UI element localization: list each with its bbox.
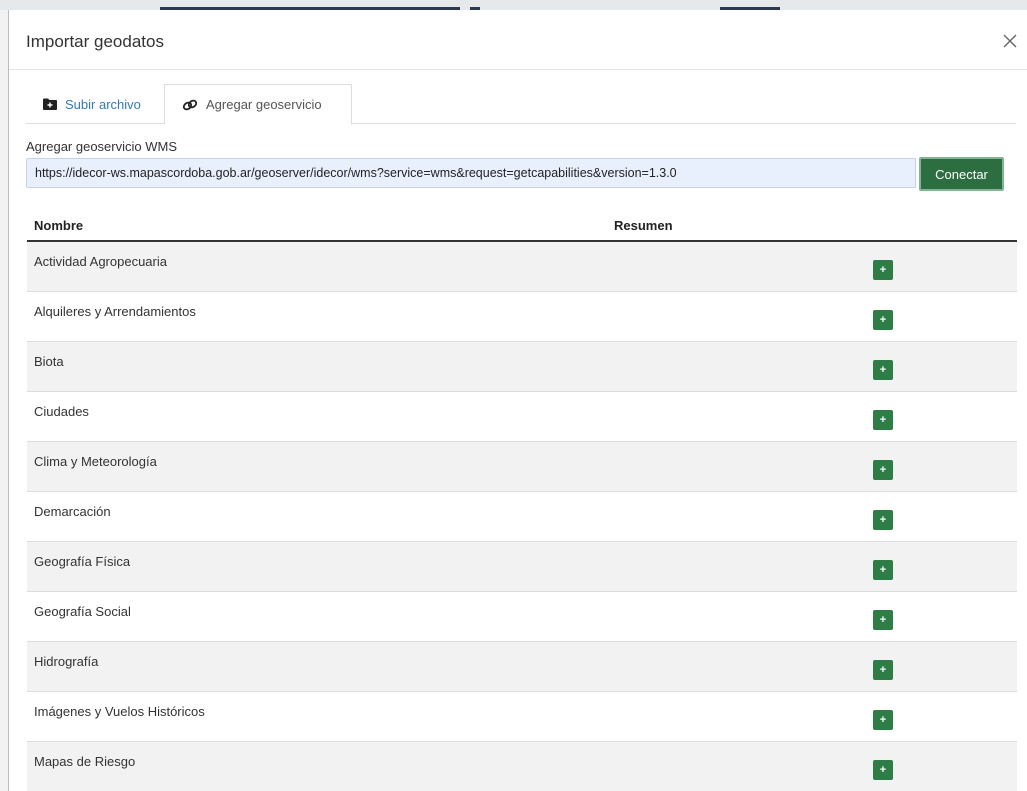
column-header-name: Nombre — [34, 218, 84, 233]
table-row: Alquileres y Arrendamientos + — [27, 292, 1017, 342]
layer-name: Alquileres y Arrendamientos — [34, 304, 196, 319]
folder-icon — [43, 98, 57, 110]
add-layer-button[interactable]: + — [873, 560, 893, 580]
map-backdrop — [0, 0, 1027, 10]
tab-add-geoservice[interactable]: Agregar geoservicio — [164, 84, 352, 125]
wms-url-input[interactable] — [26, 158, 916, 188]
add-layer-button[interactable]: + — [873, 610, 893, 630]
layer-name: Biota — [34, 354, 64, 369]
close-button[interactable] — [999, 30, 1021, 52]
add-layer-button[interactable]: + — [873, 660, 893, 680]
add-layer-button[interactable]: + — [873, 760, 893, 780]
table-row: Clima y Meteorología + — [27, 442, 1017, 492]
add-layer-button[interactable]: + — [873, 410, 893, 430]
table-row: Geografía Social + — [27, 592, 1017, 642]
add-layer-button[interactable]: + — [873, 310, 893, 330]
layers-table: Nombre Resumen Actividad Agropecuaria + … — [27, 210, 1017, 791]
page: Importar geodatos Subir archivo Agregar … — [0, 0, 1027, 791]
close-icon — [1003, 34, 1017, 48]
modal-header: Importar geodatos — [9, 10, 1027, 70]
connect-button[interactable]: Conectar — [919, 157, 1004, 191]
link-icon — [182, 99, 198, 111]
modal-title: Importar geodatos — [26, 32, 164, 51]
tab-upload-file[interactable]: Subir archivo — [26, 84, 164, 124]
layer-name: Actividad Agropecuaria — [34, 254, 167, 269]
add-layer-button[interactable]: + — [873, 510, 893, 530]
tab-add-geoservice-label: Agregar geoservicio — [206, 97, 322, 112]
layer-name: Imágenes y Vuelos Históricos — [34, 704, 205, 719]
map-backdrop-edge — [0, 10, 8, 791]
table-row: Actividad Agropecuaria + — [27, 242, 1017, 292]
layer-name: Mapas de Riesgo — [34, 754, 136, 769]
layer-name: Geografía Física — [34, 554, 131, 569]
column-header-summary: Resumen — [614, 218, 673, 233]
table-row: Geografía Física + — [27, 542, 1017, 592]
tab-upload-file-label: Subir archivo — [65, 96, 141, 112]
table-header: Nombre Resumen — [27, 210, 1017, 242]
table-row: Biota + — [27, 342, 1017, 392]
wms-label: Agregar geoservicio WMS — [26, 139, 177, 154]
table-row: Imágenes y Vuelos Históricos + — [27, 692, 1017, 742]
layer-name: Geografía Social — [34, 604, 131, 619]
tab-bar: Subir archivo Agregar geoservicio — [26, 84, 1016, 125]
layer-name: Ciudades — [34, 404, 89, 419]
add-layer-button[interactable]: + — [873, 460, 893, 480]
table-row: Demarcación + — [27, 492, 1017, 542]
layer-name: Hidrografía — [34, 654, 99, 669]
add-layer-button[interactable]: + — [873, 360, 893, 380]
table-row: Hidrografía + — [27, 642, 1017, 692]
add-layer-button[interactable]: + — [873, 260, 893, 280]
table-row: Ciudades + — [27, 392, 1017, 442]
table-row: Mapas de Riesgo + — [27, 742, 1017, 791]
add-layer-button[interactable]: + — [873, 710, 893, 730]
layer-name: Demarcación — [34, 504, 111, 519]
layer-name: Clima y Meteorología — [34, 454, 157, 469]
